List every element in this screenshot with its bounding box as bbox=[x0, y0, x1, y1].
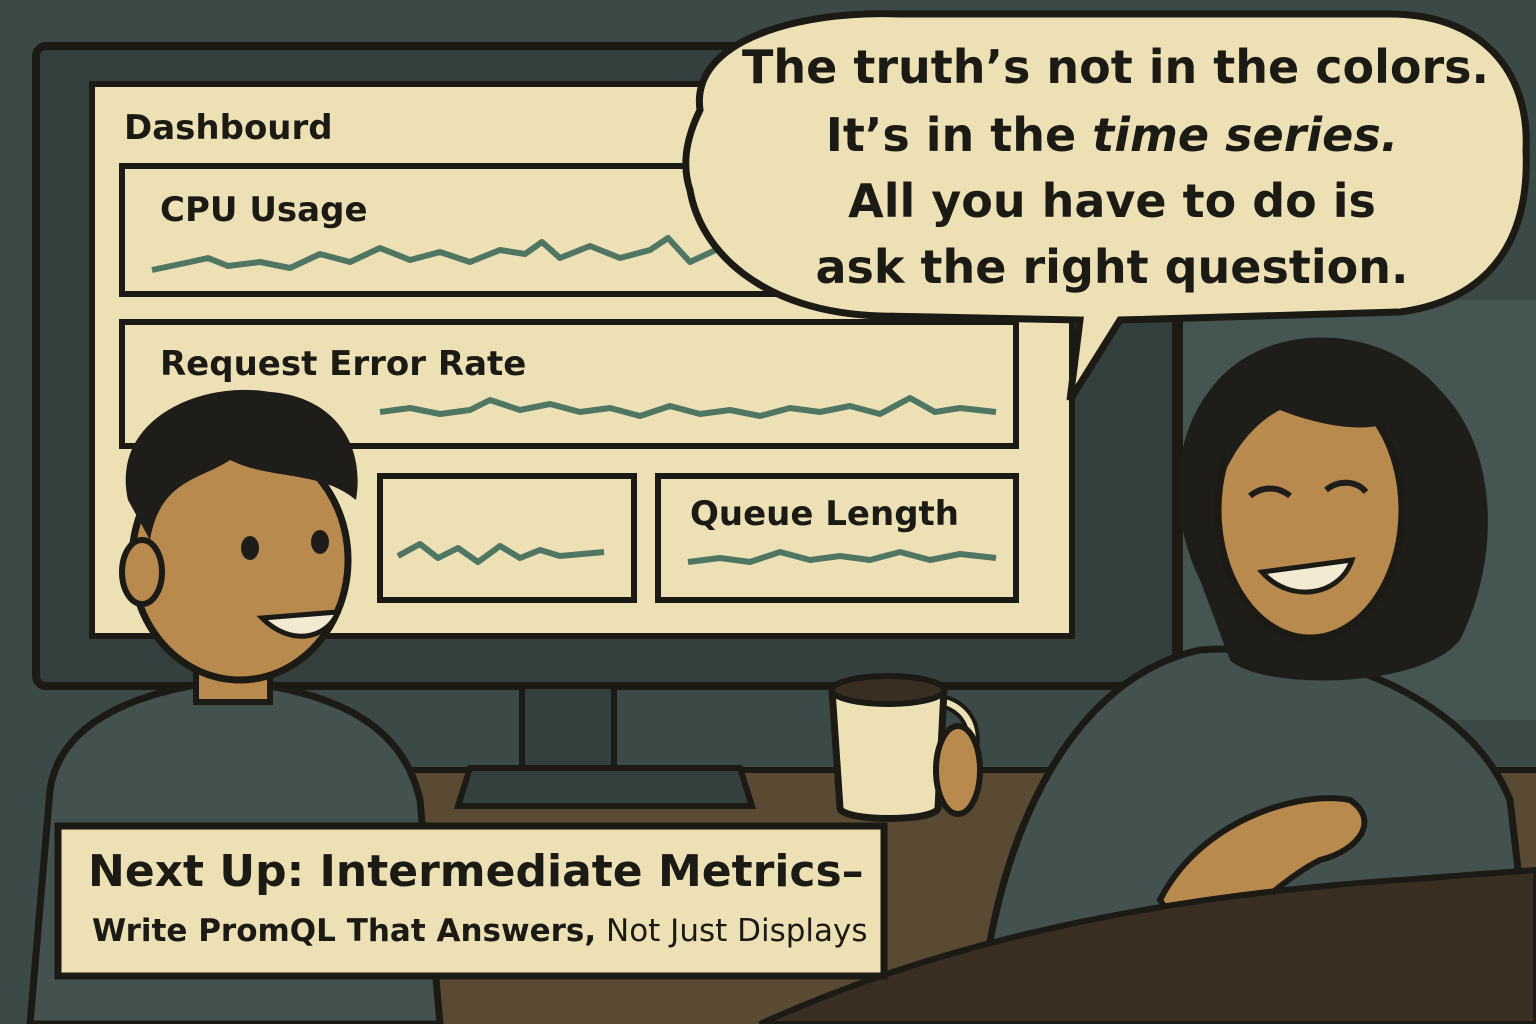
monitor-base bbox=[453, 765, 757, 809]
caption-title: Next Up: Intermediate Metrics– bbox=[88, 846, 864, 897]
dashboard-title: Dashbourd bbox=[124, 108, 333, 148]
bubble-line-2-prefix: It’s in the bbox=[825, 108, 1093, 162]
caption-subtitle-rest: Not Just Displays bbox=[596, 913, 868, 949]
bubble-line-1: The truth’s not in the colors. bbox=[742, 40, 1489, 94]
caption-subtitle: Write PromQL That Answers, Not Just Disp… bbox=[92, 913, 868, 949]
caption-subtitle-bold: Write PromQL That Answers, bbox=[92, 913, 597, 949]
panel-untitled bbox=[377, 473, 637, 603]
bubble-line-4: ask the right question. bbox=[815, 240, 1409, 294]
bubble-line-2: It’s in the time series. bbox=[742, 108, 1482, 162]
panel-title-queue-length: Queue Length bbox=[690, 494, 959, 534]
panel-title-cpu-usage: CPU Usage bbox=[160, 190, 368, 230]
panel-title-request-error-rate: Request Error Rate bbox=[160, 344, 527, 384]
comic-scene: Dashbourd CPU Usage Request Error Rate Q… bbox=[0, 0, 1536, 1024]
bubble-line-2-emphasis: time series. bbox=[1092, 108, 1399, 162]
bubble-line-3: All you have to do is bbox=[848, 174, 1376, 228]
monitor-stand bbox=[519, 683, 617, 777]
